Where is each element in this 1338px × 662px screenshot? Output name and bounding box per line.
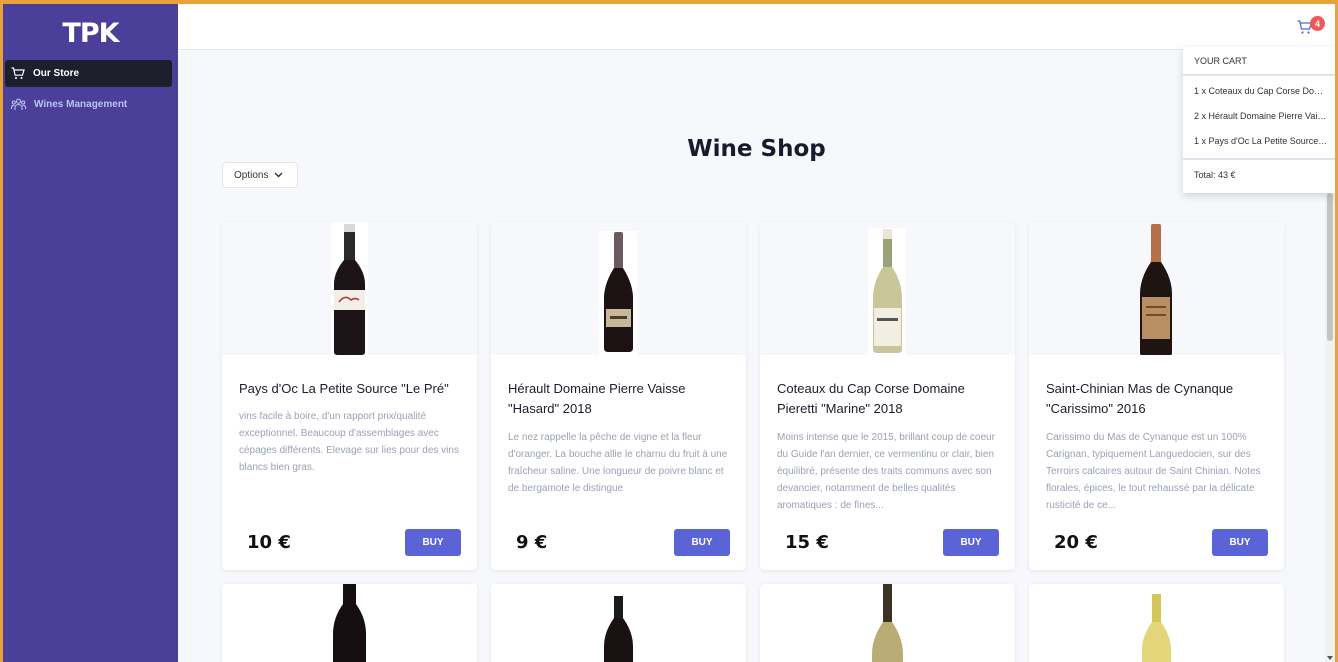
product-price: 9 € xyxy=(516,532,548,553)
product-card xyxy=(1029,584,1284,662)
sidebar-item-wines-management[interactable]: Wines Management xyxy=(5,91,172,118)
scrollbar-thumb[interactable] xyxy=(1327,193,1333,341)
wine-bottle-icon xyxy=(576,584,660,662)
cart-button[interactable]: 4 xyxy=(1297,16,1325,38)
cart-item[interactable]: 1 x Pays d'Oc La Petite Source "Le Pré" xyxy=(1183,136,1335,161)
app-window: TPK Our Store Wines Management 4 YOUR CA… xyxy=(3,4,1335,662)
cart-item[interactable]: 1 x Coteaux du Cap Corse Domaine Pierett… xyxy=(1183,86,1335,111)
wine-bottle-icon xyxy=(1140,224,1172,355)
product-price: 15 € xyxy=(785,532,829,553)
buy-button[interactable]: BUY xyxy=(405,529,461,556)
wine-bottle-icon xyxy=(868,228,906,355)
chevron-down-icon xyxy=(274,172,283,178)
wine-bottle-icon xyxy=(1122,584,1190,662)
product-card: Pays d'Oc La Petite Source "Le Pré" vins… xyxy=(222,222,477,570)
product-card: Saint-Chinian Mas de Cynanque "Carissimo… xyxy=(1029,222,1284,570)
product-card xyxy=(222,584,477,662)
wine-bottle-icon xyxy=(320,584,379,662)
product-name: Hérault Domaine Pierre Vaisse "Hasard" 2… xyxy=(508,381,686,416)
product-name: Coteaux du Cap Corse Domaine Pieretti "M… xyxy=(777,381,965,416)
product-card xyxy=(760,584,1015,662)
product-description: Le nez rappelle la pêche de vigne et la … xyxy=(508,432,728,494)
sidebar: TPK Our Store Wines Management xyxy=(3,4,178,662)
product-description: vins facile à boire, d'un rapport prix/q… xyxy=(239,411,459,473)
cart-count-badge: 4 xyxy=(1310,16,1325,31)
logo: TPK xyxy=(62,18,119,49)
cart-dropdown: YOUR CART 1 x Coteaux du Cap Corse Domai… xyxy=(1183,47,1335,193)
wine-bottle-icon xyxy=(872,584,903,662)
people-icon xyxy=(11,98,26,110)
product-image xyxy=(760,222,1015,355)
options-dropdown-button[interactable]: Options xyxy=(222,162,298,188)
wine-bottle-icon xyxy=(599,231,637,355)
product-card xyxy=(491,584,746,662)
buy-button[interactable]: BUY xyxy=(1212,529,1268,556)
product-image xyxy=(222,222,477,355)
sidebar-item-label: Wines Management xyxy=(34,99,128,110)
scroll-down-icon[interactable] xyxy=(1327,656,1333,660)
options-label: Options xyxy=(234,169,269,181)
cart-icon xyxy=(11,67,25,79)
sidebar-item-our-store[interactable]: Our Store xyxy=(5,60,172,87)
wine-bottle-icon xyxy=(331,222,368,355)
product-name: Saint-Chinian Mas de Cynanque "Carissimo… xyxy=(1046,381,1234,416)
buy-button[interactable]: BUY xyxy=(943,529,999,556)
buy-button[interactable]: BUY xyxy=(674,529,730,556)
cart-item[interactable]: 2 x Hérault Domaine Pierre Vaisse "Hasar… xyxy=(1183,111,1335,136)
page-title: Wine Shop xyxy=(687,136,826,162)
product-price: 10 € xyxy=(247,532,291,553)
product-description: Carissimo du Mas de Cynanque est un 100%… xyxy=(1046,432,1261,511)
cart-total: Total: 43 € xyxy=(1194,170,1236,180)
cart-items: 1 x Coteaux du Cap Corse Domaine Pierett… xyxy=(1183,76,1335,160)
sidebar-item-label: Our Store xyxy=(33,68,80,79)
product-image xyxy=(491,222,746,355)
product-image xyxy=(1029,222,1284,355)
product-card: Hérault Domaine Pierre Vaisse "Hasard" 2… xyxy=(491,222,746,570)
top-bar: 4 xyxy=(178,4,1335,50)
product-card: Coteaux du Cap Corse Domaine Pieretti "M… xyxy=(760,222,1015,570)
product-price: 20 € xyxy=(1054,532,1098,553)
cart-title: YOUR CART xyxy=(1183,47,1335,76)
product-name: Pays d'Oc La Petite Source "Le Pré" xyxy=(239,381,449,396)
product-description: Moins intense que le 2015, brillant coup… xyxy=(777,432,995,511)
